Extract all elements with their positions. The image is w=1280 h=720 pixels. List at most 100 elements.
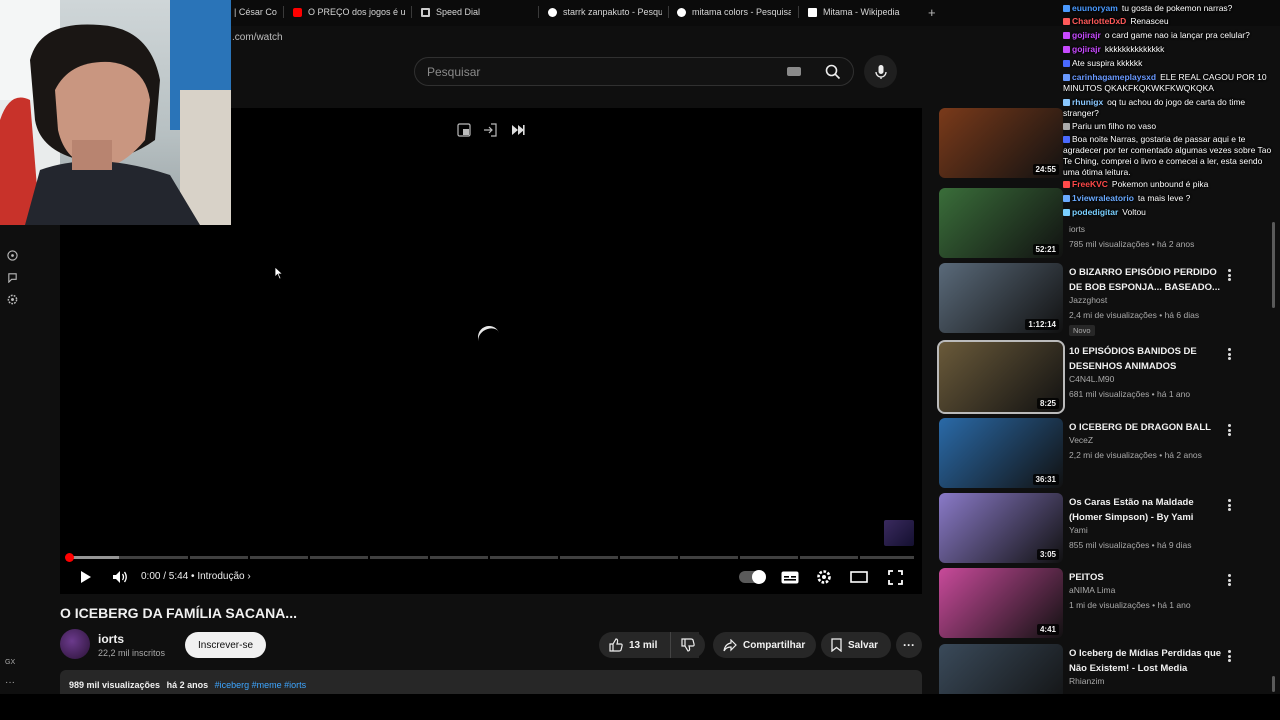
autoplay-toggle[interactable] <box>739 570 766 584</box>
more-vertical-icon[interactable] <box>1225 267 1233 283</box>
play-button[interactable] <box>76 566 96 588</box>
chevron-right-icon[interactable]: › <box>247 571 250 582</box>
description-box[interactable]: 989 mil visualizações há 2 anos #iceberg… <box>60 670 922 694</box>
tab-label: starrk zanpakuto - Pesqu <box>563 7 662 17</box>
search-button[interactable] <box>813 58 853 85</box>
settings-icon[interactable] <box>4 291 20 307</box>
browser-tab[interactable]: mitama colors - Pesquisa <box>677 0 791 24</box>
share-button[interactable]: Compartilhar <box>713 632 816 658</box>
more-vertical-icon[interactable] <box>1225 422 1233 438</box>
chat-message: CharlotteDxD Renasceu <box>1063 16 1279 27</box>
recommended-channel[interactable]: VeceZ <box>1069 435 1093 445</box>
save-button[interactable]: Salvar <box>821 632 891 658</box>
recommended-video-title[interactable]: PEITOS <box>1069 570 1229 585</box>
share-icon <box>723 638 737 651</box>
recommended-channel[interactable]: C4N4L.M90 <box>1069 374 1114 384</box>
channel-name[interactable]: iorts <box>98 632 124 646</box>
browser-tab[interactable]: | César Co <box>234 0 278 24</box>
gear-icon <box>817 570 831 584</box>
miniplayer-icon[interactable] <box>454 120 474 140</box>
exit-icon[interactable] <box>480 120 500 140</box>
keyboard-icon[interactable] <box>787 67 801 76</box>
upload-age: há 2 anos <box>166 680 209 690</box>
hashtags[interactable]: #iceberg #meme #iorts <box>215 680 307 690</box>
duration-badge: 4:41 <box>1036 624 1059 635</box>
theater-mode-button[interactable] <box>848 566 870 588</box>
more-icon[interactable]: ··· <box>5 677 15 688</box>
video-thumbnail[interactable]: 24:55 <box>939 108 1063 178</box>
feedback-icon[interactable] <box>4 269 20 285</box>
video-thumbnail[interactable]: 1:12:14 <box>939 263 1063 333</box>
address-url[interactable]: .com/watch <box>232 32 283 43</box>
recommended-channel[interactable]: Yami <box>1069 525 1088 535</box>
channel-avatar[interactable] <box>60 629 90 659</box>
progress-bar[interactable] <box>65 553 914 562</box>
video-thumbnail[interactable]: 52:21 <box>939 188 1063 258</box>
scrubber-handle[interactable] <box>65 553 74 562</box>
scrollbar-lower[interactable] <box>1272 676 1275 692</box>
recommended-video[interactable]: 4:41 PEITOS aNIMA Lima 1 mi de visualizaçõe… <box>939 568 1269 640</box>
new-tab-icon[interactable]: + <box>928 5 936 20</box>
recommended-channel[interactable]: aNIMA Lima <box>1069 585 1115 595</box>
scrollbar[interactable] <box>1272 222 1275 308</box>
chat-username: gojirajr <box>1072 44 1101 54</box>
more-vertical-icon[interactable] <box>1225 648 1233 664</box>
chat-message: Boa noite Narras, gostaria de passar aqu… <box>1063 134 1279 178</box>
save-label: Salvar <box>848 639 879 651</box>
fullscreen-button[interactable] <box>884 566 906 588</box>
browser-tab[interactable]: O PREÇO dos jogos é um <box>293 0 405 24</box>
search-box[interactable]: Pesquisar <box>414 57 854 86</box>
video-thumbnail[interactable]: 8:25 <box>937 340 1065 414</box>
dislike-button[interactable] <box>670 632 705 658</box>
chat-badge-icon <box>1063 32 1070 39</box>
buffered-bar <box>68 556 119 559</box>
video-thumbnail[interactable]: 36:31 <box>939 418 1063 488</box>
recommended-video[interactable]: 36:31 O ICEBERG DE DRAGON BALL VeceZ 2,2 mi… <box>939 418 1269 490</box>
chat-username: rhunigx <box>1072 97 1104 107</box>
chat-username: CharlotteDxD <box>1072 16 1127 26</box>
recommended-video-title[interactable]: O ICEBERG DE DRAGON BALL <box>1069 420 1229 435</box>
search-input[interactable]: Pesquisar <box>427 65 480 79</box>
chat-message: rhunigx oq tu achou do jogo de carta do t… <box>1063 97 1279 119</box>
chapter-divider <box>618 556 620 559</box>
chat-text: Pariu um filho no vaso <box>1072 121 1157 131</box>
more-actions-button[interactable]: ··· <box>896 632 922 658</box>
more-vertical-icon[interactable] <box>1225 572 1233 588</box>
recommended-video[interactable]: 1:12:14 O BIZARRO EPISÓDIO PERDIDO DE BOB… <box>939 263 1269 336</box>
browser-tab-active[interactable]: Mitama - Wikipedia <box>808 0 918 24</box>
chat-username: carinhagameplaysxd <box>1072 72 1157 82</box>
recommended-video[interactable]: 8:25 10 EPISÓDIOS BANIDOS DE DESENHOS ANI… <box>937 340 1269 414</box>
history-icon[interactable] <box>4 247 20 263</box>
chat-badge-icon <box>1063 123 1070 130</box>
chapter-divider <box>798 556 800 559</box>
chat-badge-icon <box>1063 181 1070 188</box>
recommended-channel[interactable]: Jazzghost <box>1069 295 1107 305</box>
duration-badge: 24:55 <box>1032 164 1059 175</box>
recommended-video-title[interactable]: 10 EPISÓDIOS BANIDOS DE DESENHOS ANIMADO… <box>1069 344 1229 374</box>
video-thumbnail[interactable]: 4:41 <box>939 568 1063 638</box>
recommended-channel[interactable]: iorts <box>1069 224 1085 234</box>
chat-username: 1viewraleatorio <box>1072 193 1134 203</box>
duration-badge: 52:21 <box>1032 244 1059 255</box>
subtitles-button[interactable] <box>780 566 800 588</box>
recommended-video-title[interactable]: O BIZARRO EPISÓDIO PERDIDO DE BOB ESPONJ… <box>1069 265 1229 295</box>
next-video-icon[interactable] <box>508 120 528 140</box>
more-vertical-icon[interactable] <box>1225 497 1233 513</box>
recommended-channel[interactable]: Rhianzim <box>1069 676 1104 686</box>
browser-tab[interactable]: Speed Dial <box>421 0 531 24</box>
recommended-video-title[interactable]: Os Caras Estão na Maldade (Homer Simpson… <box>1069 495 1229 525</box>
recommended-video-title[interactable]: O Iceberg de Mídias Perdidas que Não Exi… <box>1069 646 1229 676</box>
chat-username: FreeKVC <box>1072 179 1108 189</box>
video-thumbnail[interactable]: 3:05 <box>939 493 1063 563</box>
chapter-title[interactable]: Introdução <box>197 571 244 582</box>
chat-text: Renasceu <box>1130 16 1169 26</box>
more-vertical-icon[interactable] <box>1225 346 1233 362</box>
browser-tab[interactable]: starrk zanpakuto - Pesqu <box>548 0 662 24</box>
recommended-video[interactable]: 3:05 Os Caras Estão na Maldade (Homer Sim… <box>939 493 1269 565</box>
voice-search-button[interactable] <box>864 55 897 88</box>
settings-button[interactable] <box>814 566 834 588</box>
volume-button[interactable] <box>110 566 130 588</box>
endscreen-thumbnail[interactable] <box>884 520 914 546</box>
chat-badge-icon <box>1063 209 1070 216</box>
subscribe-button[interactable]: Inscrever-se <box>185 632 266 658</box>
